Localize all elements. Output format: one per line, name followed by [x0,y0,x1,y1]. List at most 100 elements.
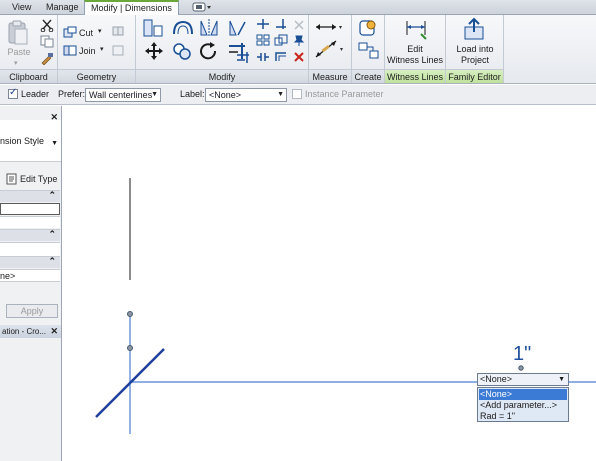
mirror-pick-axis-icon[interactable] [198,18,220,38]
wall-joins-icon[interactable] [111,24,125,37]
modify-panel-label[interactable]: Modify [136,69,308,83]
label-select[interactable]: <None> ▼ [205,88,287,102]
witness-lines-panel-label[interactable]: Witness Lines [385,69,445,83]
align-icon[interactable] [142,18,164,38]
leader-label: Leader [21,89,50,99]
split-face-icon[interactable] [111,44,125,57]
edit-witness-lines-icon[interactable] [404,18,428,40]
instance-parameter-checkbox[interactable] [292,89,302,99]
collapse-icon: ⌃ [48,256,56,266]
prefer-label: Prefer: [58,89,86,99]
witness-grip-mid [127,345,133,351]
trim-extend-multiple-icon[interactable] [236,51,250,63]
dropdown-option-none[interactable]: <None> [479,389,567,400]
dimension-label-select-value: <None> [480,374,513,384]
dimension-text-grip [518,365,524,371]
create-group-icon[interactable] [357,41,381,61]
dropdown-option-rad[interactable]: Rad = 1" [479,411,567,422]
edit-type-button[interactable]: Edit Type [20,174,57,184]
edit-witness-label-line2: Witness Lines [386,55,444,65]
type-selector[interactable]: nsion Style ▼ [0,120,61,162]
geometry-panel-label[interactable]: Geometry [58,69,135,83]
dropdown-option-add-parameter[interactable]: <Add parameter...> [479,400,567,411]
copy-icon[interactable] [40,35,54,48]
create-similar-icon[interactable] [357,18,381,38]
instance-parameter-label: Instance Parameter [305,89,384,99]
geometry-panel: Cut ▾ Join ▾ Geometry [58,15,136,83]
offset-icon[interactable] [172,19,194,37]
witness-grip-top [127,311,133,317]
edit-type-icon[interactable] [6,173,18,185]
edit-witness-lines-button[interactable]: Edit Witness Lines [385,44,445,66]
modify-panel: Modify [136,15,309,83]
move-icon[interactable] [144,41,164,61]
clipboard-panel: Paste ▾ Clipboard [0,15,58,83]
mirror-draw-axis-icon[interactable] [226,18,248,38]
clipboard-panel-label[interactable]: Clipboard [0,69,57,83]
leader-checkbox[interactable] [8,87,18,99]
pin-icon[interactable] [292,34,306,46]
scale-icon[interactable] [274,34,288,46]
create-panel-label[interactable]: Create [352,69,384,83]
copy-element-icon[interactable] [172,41,192,61]
family-editor-panel-label[interactable]: Family Editor [446,69,503,83]
rotate-icon[interactable] [198,41,220,61]
family-editor-panel: Load into Project Family Editor [446,15,504,83]
label-label: Label: [180,89,205,99]
load-into-label-line1: Load into [456,44,494,54]
apply-button[interactable]: Apply [6,304,58,318]
property-value-field[interactable] [0,203,60,215]
chevron-down-icon: ▼ [151,91,158,98]
array-icon[interactable] [256,34,270,46]
dimension-label-select[interactable]: <None> ▼ [477,373,569,386]
dimension-label-dropdown-list: <None> <Add parameter...> Rad = 1" [477,387,569,422]
tab-modify-dimensions[interactable]: Modify | Dimensions [84,0,179,16]
unpin-icon[interactable] [292,18,306,30]
dimension-value-text[interactable]: 1" [513,343,531,366]
measure-panel: Measure [309,15,352,83]
options-bar: Leader Prefer: Wall centerlines ▼ Label:… [0,85,596,105]
delete-icon[interactable] [292,51,306,63]
aligned-dimension-icon[interactable] [314,39,344,59]
chevron-down-icon: ▼ [51,140,58,147]
quick-access-dropdown-icon[interactable] [192,2,214,12]
type-selector-name: nsion Style [0,136,45,146]
cut-geometry-icon[interactable] [63,26,77,38]
offset-small-icon[interactable] [274,51,288,63]
load-into-project-button[interactable]: Load into Project [446,44,504,66]
scissors-icon[interactable] [40,18,54,32]
edit-witness-label-line1: Edit [407,44,423,54]
property-row [0,216,60,228]
join-dropdown-icon[interactable]: ▾ [100,45,104,53]
collapse-icon: ⌃ [48,190,56,200]
paste-dropdown-icon[interactable]: ▾ [14,59,18,67]
join-geometry-button[interactable]: Join [79,46,96,56]
properties-section-header[interactable]: ⌃ [0,256,60,268]
load-into-label-line2: Project [460,55,489,65]
property-value-row[interactable]: ne> [0,269,60,282]
witness-lines-panel: Edit Witness Lines Witness Lines [385,15,446,83]
match-properties-icon[interactable] [40,52,54,65]
prefer-select-value: Wall centerlines [89,90,153,100]
ribbon: Paste ▾ Clipboard Cut ▾ Join ▾ Geometry … [0,15,596,84]
chevron-down-icon: ▼ [558,376,565,383]
create-panel: Create [352,15,385,83]
close-icon[interactable]: ✕ [50,326,58,337]
properties-section-header[interactable]: ⌃ [0,229,60,241]
load-into-project-icon[interactable] [463,17,487,41]
measure-between-references-icon[interactable] [314,20,342,34]
join-geometry-icon[interactable] [63,44,77,56]
tab-manage[interactable]: Manage [40,1,85,15]
prefer-select[interactable]: Wall centerlines ▼ [85,88,161,102]
trim-extend-single-icon[interactable] [274,18,288,30]
paste-icon[interactable] [7,20,29,46]
tab-view[interactable]: View [6,1,37,15]
properties-section-header[interactable]: ⌃ [0,190,60,202]
paste-button[interactable]: Paste [4,47,34,58]
cut-geometry-button[interactable]: Cut [79,28,93,38]
cut-dropdown-icon[interactable]: ▾ [98,27,102,35]
collapse-icon: ⌃ [48,229,56,239]
measure-panel-label[interactable]: Measure [309,69,351,83]
split-with-gap-icon[interactable] [256,51,270,63]
split-element-icon[interactable] [256,18,270,30]
